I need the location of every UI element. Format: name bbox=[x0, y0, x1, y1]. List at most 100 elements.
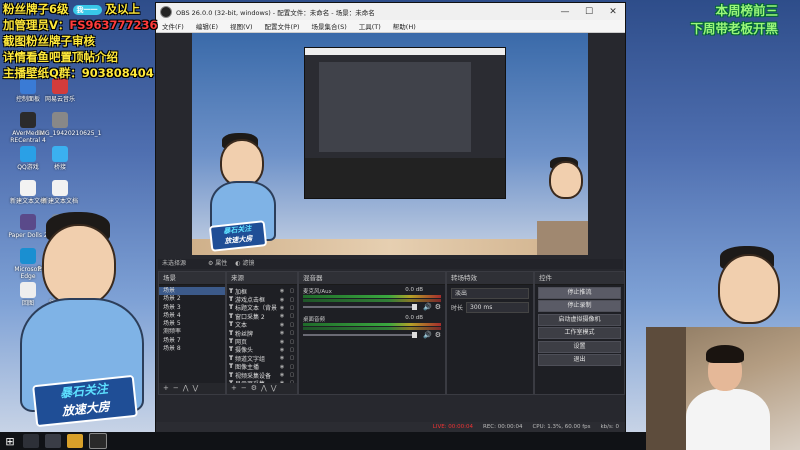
text-source-icon: T bbox=[228, 296, 234, 304]
scene-item[interactable]: 场景 4 bbox=[159, 312, 225, 320]
eye-icon[interactable]: ◉ bbox=[277, 355, 287, 361]
controls-dock: 控件 停止推流 停止录制 启动虚拟摄像机 工作室模式 设置 退出 bbox=[534, 271, 625, 395]
gear-icon[interactable]: ⚙ bbox=[435, 331, 441, 339]
mixer-channel-desktop: 桌面音频 0.0 dB 🔊 ⚙ bbox=[303, 315, 441, 339]
obs-taskbar-icon[interactable] bbox=[89, 433, 107, 449]
app-icon bbox=[52, 180, 68, 196]
lock-icon[interactable]: ▢ bbox=[287, 372, 297, 378]
studio-mode-button[interactable]: 工作室模式 bbox=[538, 327, 621, 339]
scene-item[interactable]: 测频率 bbox=[159, 328, 225, 336]
menu-tools[interactable]: 工具(T) bbox=[353, 21, 387, 31]
text-source-icon: T bbox=[228, 304, 234, 312]
menu-edit[interactable]: 编辑(E) bbox=[190, 21, 224, 31]
down-arrow-icon[interactable]: ⋁ bbox=[271, 384, 281, 392]
eye-icon[interactable]: ◉ bbox=[277, 364, 287, 370]
scene-item[interactable]: 场景 bbox=[159, 287, 225, 296]
windows-start-icon[interactable]: ⊞ bbox=[0, 435, 20, 448]
scene-item[interactable]: 场景 7 bbox=[159, 337, 225, 345]
eye-icon[interactable]: ◉ bbox=[277, 313, 287, 319]
sources-title: 来源 bbox=[227, 272, 297, 285]
properties-button[interactable]: 属性 bbox=[215, 260, 227, 267]
eye-icon[interactable]: ◉ bbox=[277, 372, 287, 378]
lock-icon[interactable]: ▢ bbox=[287, 322, 297, 328]
lock-icon[interactable]: ▢ bbox=[287, 305, 297, 311]
duration-field[interactable]: 300 ms bbox=[466, 302, 529, 313]
settings-button[interactable]: 设置 bbox=[538, 340, 621, 353]
gear-icon[interactable]: ⚙ bbox=[435, 303, 441, 311]
eye-icon[interactable]: ◉ bbox=[277, 297, 287, 303]
lock-icon[interactable]: ▢ bbox=[287, 347, 297, 353]
eye-icon[interactable]: ◉ bbox=[277, 288, 287, 294]
add-icon[interactable]: + bbox=[163, 384, 173, 392]
remove-icon[interactable]: − bbox=[173, 384, 183, 392]
obs-window: OBS 26.0.0 (32-bit, windows) - 配置文件：未命名 … bbox=[155, 2, 626, 434]
exit-button[interactable]: 退出 bbox=[538, 354, 621, 366]
eye-icon[interactable]: ◉ bbox=[277, 347, 287, 353]
duration-label: 时长 bbox=[451, 305, 464, 312]
up-arrow-icon[interactable]: ⋀ bbox=[183, 384, 193, 392]
file-explorer-icon[interactable] bbox=[67, 434, 83, 448]
desktop-icon[interactable]: 新建文本文档 bbox=[38, 180, 82, 205]
scene-item[interactable]: 场景 2 bbox=[159, 295, 225, 303]
lock-icon[interactable]: ▢ bbox=[287, 364, 297, 370]
lock-icon[interactable]: ▢ bbox=[287, 297, 297, 303]
mixer-title: 混音器 bbox=[299, 272, 445, 285]
eye-icon[interactable]: ◉ bbox=[277, 330, 287, 336]
stop-streaming-button[interactable]: 停止推流 bbox=[538, 286, 621, 299]
transitions-title: 转场特效 bbox=[447, 272, 533, 285]
overlay-rank-line-1: 本周榜前三 bbox=[715, 3, 778, 18]
source-toolbar: 未选择源 ⚙ 属性 ◐ 滤镜 bbox=[158, 259, 623, 269]
volume-slider[interactable] bbox=[303, 332, 417, 338]
text-source-icon: T bbox=[228, 287, 234, 295]
maximize-button[interactable]: ☐ bbox=[577, 7, 601, 17]
start-virtual-camera-button[interactable]: 启动虚拟摄像机 bbox=[538, 313, 621, 326]
overlay-rank-line-2: 下周带老板开黑 bbox=[690, 21, 778, 36]
eye-icon[interactable]: ◉ bbox=[277, 339, 287, 345]
desktop-icon[interactable]: IMG_19420210625_1 bbox=[38, 112, 101, 137]
stop-recording-button[interactable]: 停止录制 bbox=[538, 300, 621, 312]
obs-titlebar[interactable]: OBS 26.0.0 (32-bit, windows) - 配置文件：未命名 … bbox=[156, 3, 625, 20]
gear-icon[interactable]: ⚙ bbox=[188, 260, 213, 267]
controls-title: 控件 bbox=[535, 272, 624, 285]
scene-item[interactable]: 场景 8 bbox=[159, 345, 225, 353]
speaker-icon[interactable]: 🔊 bbox=[423, 303, 432, 311]
lock-icon[interactable]: ▢ bbox=[287, 339, 297, 345]
lock-icon[interactable]: ▢ bbox=[287, 330, 297, 336]
up-arrow-icon[interactable]: ⋀ bbox=[261, 384, 271, 392]
lock-icon[interactable]: ▢ bbox=[287, 313, 297, 319]
menu-help[interactable]: 帮助(H) bbox=[387, 21, 422, 31]
down-arrow-icon[interactable]: ⋁ bbox=[193, 384, 203, 392]
minimize-button[interactable]: — bbox=[553, 7, 577, 17]
transition-select[interactable]: 淡出 bbox=[451, 288, 529, 299]
desktop-icon[interactable]: 桥接 bbox=[38, 146, 82, 171]
app-icon bbox=[52, 112, 68, 128]
volume-meter bbox=[303, 323, 441, 326]
obs-preview-canvas[interactable]: 暴石关注 放速大房 bbox=[192, 33, 588, 255]
menu-profile[interactable]: 配置文件(P) bbox=[259, 21, 306, 31]
nested-obs-preview bbox=[304, 47, 506, 199]
desktop-icon[interactable]: 网易云音乐 bbox=[38, 78, 82, 103]
text-source-icon: T bbox=[228, 338, 234, 346]
preview-cartoon-right bbox=[544, 157, 584, 199]
scene-item[interactable]: 场景 5 bbox=[159, 320, 225, 328]
overlay-line-5: 主播壁纸Q群：903808404 bbox=[3, 66, 154, 80]
search-icon[interactable] bbox=[23, 434, 39, 448]
scene-item[interactable]: 场景 3 bbox=[159, 304, 225, 312]
menu-view[interactable]: 视图(V) bbox=[224, 21, 259, 31]
lock-icon[interactable]: ▢ bbox=[287, 288, 297, 294]
gear-icon[interactable]: ⚙ bbox=[251, 384, 261, 392]
overlay-line-2: 加管理员V：FS963777236 bbox=[3, 18, 158, 32]
cortana-icon[interactable] bbox=[45, 434, 61, 448]
menu-scene-collection[interactable]: 场景集合(S) bbox=[306, 21, 353, 31]
close-button[interactable]: ✕ bbox=[601, 7, 625, 17]
speaker-icon[interactable]: 🔊 bbox=[423, 331, 432, 339]
filters-button[interactable]: 滤镜 bbox=[242, 260, 254, 267]
add-icon[interactable]: + bbox=[231, 384, 241, 392]
eye-icon[interactable]: ◉ bbox=[277, 305, 287, 311]
eye-icon[interactable]: ◉ bbox=[277, 322, 287, 328]
volume-slider[interactable] bbox=[303, 304, 417, 310]
volume-meter bbox=[303, 299, 441, 302]
lock-icon[interactable]: ▢ bbox=[287, 355, 297, 361]
remove-icon[interactable]: − bbox=[241, 384, 251, 392]
filter-icon[interactable]: ◐ bbox=[229, 260, 240, 267]
